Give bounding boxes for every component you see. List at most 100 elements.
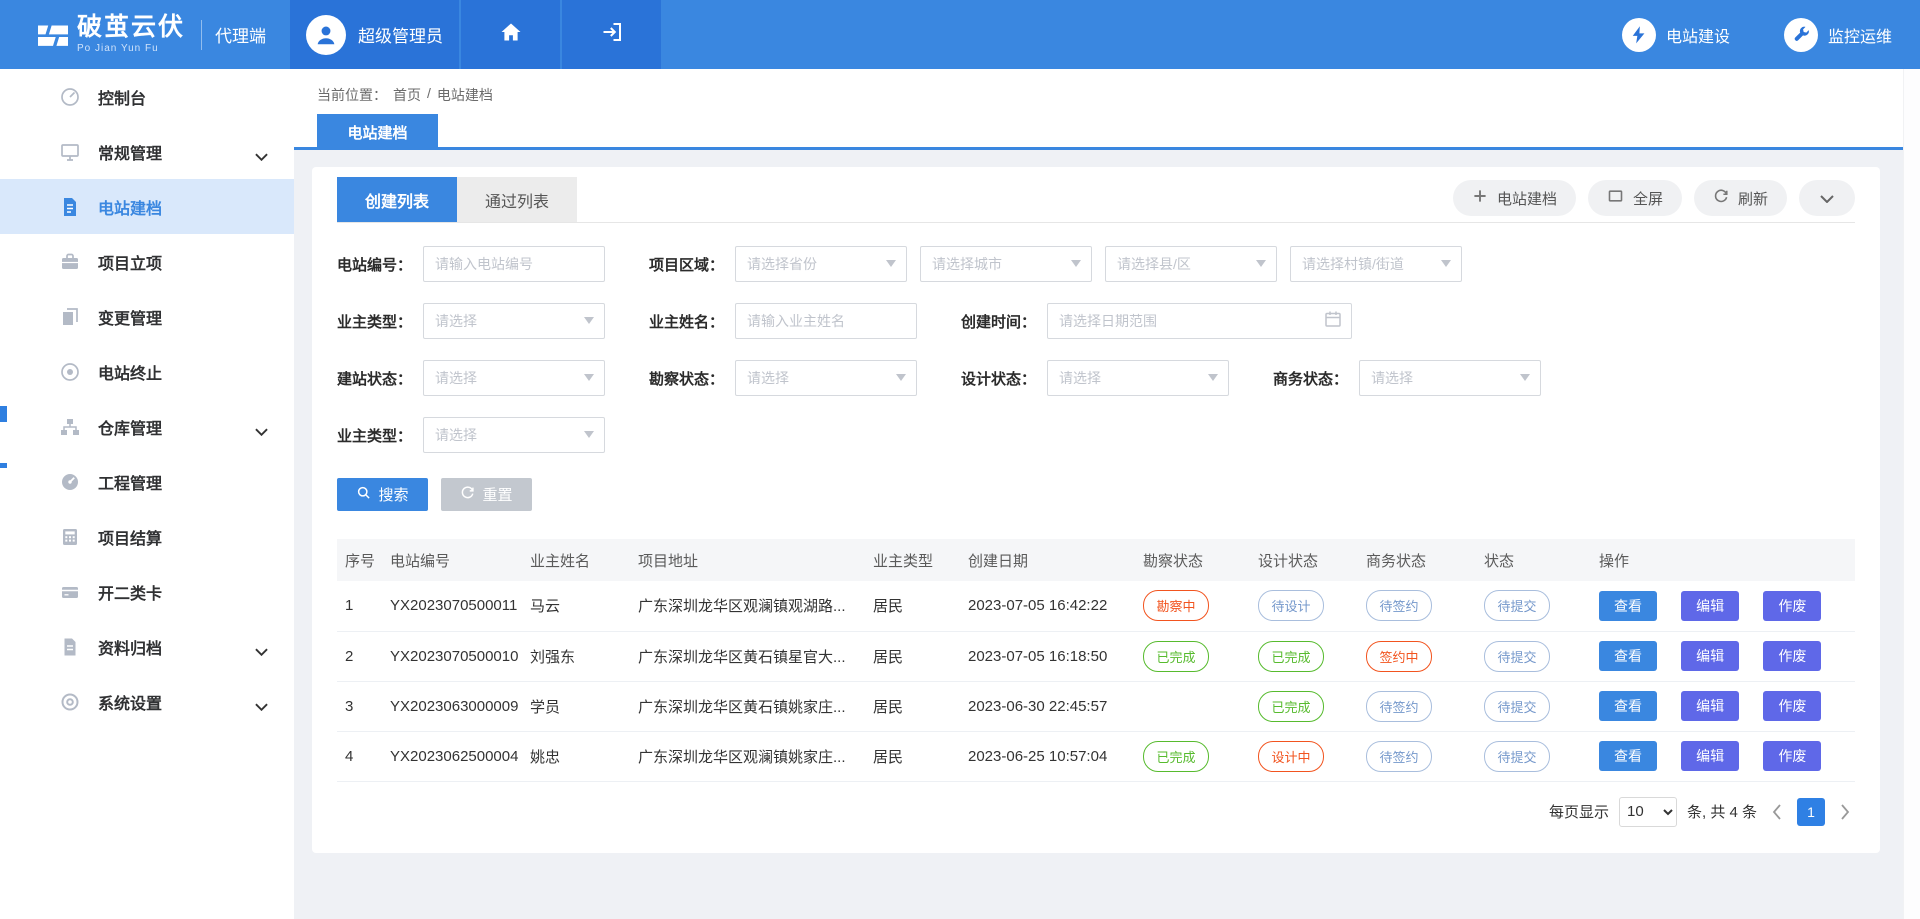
fullscreen-label: 全屏	[1633, 188, 1663, 209]
caret-down-icon	[584, 374, 594, 381]
edit-button[interactable]: 编辑	[1681, 691, 1739, 721]
fullscreen-icon	[1607, 188, 1624, 208]
col-status: 状态	[1476, 539, 1591, 581]
build-status-select[interactable]: 请选择	[423, 360, 605, 396]
view-button[interactable]: 查看	[1599, 741, 1657, 771]
owner-name-input[interactable]	[735, 303, 917, 339]
sidebar-item-station-archive[interactable]: 电站建档	[0, 179, 294, 234]
view-button[interactable]: 查看	[1599, 641, 1657, 671]
tab-create-list[interactable]: 创建列表	[337, 177, 457, 222]
refresh-icon	[1713, 188, 1729, 208]
owner-type-select[interactable]: 请选择	[423, 303, 605, 339]
user-avatar-icon	[306, 15, 346, 55]
left-scroll-indicator	[0, 463, 7, 468]
date-range-placeholder: 请选择日期范围	[1059, 311, 1157, 331]
sidebar-item-label: 项目立项	[98, 250, 162, 274]
station-no-input[interactable]	[423, 246, 605, 282]
sidebar-item-type2-card[interactable]: 开二类卡	[0, 564, 294, 619]
business-status-select[interactable]: 请选择	[1359, 360, 1541, 396]
nav-station-build-label: 电站建设	[1666, 23, 1730, 47]
owner-type-placeholder: 请选择	[435, 311, 477, 331]
sidebar-item-console[interactable]: 控制台	[0, 69, 294, 124]
sidebar-item-label: 资料归档	[98, 635, 162, 659]
void-button[interactable]: 作废	[1763, 691, 1821, 721]
city-select[interactable]: 请选择城市	[920, 246, 1092, 282]
home-button[interactable]	[461, 0, 560, 69]
caret-down-icon	[584, 431, 594, 438]
status-pill: 待提交	[1484, 641, 1550, 672]
sidebar-item-label: 电站建档	[98, 195, 162, 219]
sidebar-item-project-settlement[interactable]: 项目结算	[0, 509, 294, 564]
tab-pass-list[interactable]: 通过列表	[457, 177, 577, 222]
sidebar-item-engineering-mgmt[interactable]: 工程管理	[0, 454, 294, 509]
caret-down-icon	[1520, 374, 1530, 381]
owner-type2-label: 业主类型：	[337, 425, 412, 446]
col-actions: 操作	[1591, 539, 1855, 581]
sidebar-item-station-termination[interactable]: 电站终止	[0, 344, 294, 399]
cell-address: 广东深圳龙华区观澜镇观湖路...	[630, 581, 865, 631]
date-range-input[interactable]: 请选择日期范围	[1047, 303, 1352, 339]
status-pill: 待签约	[1366, 691, 1432, 722]
status-pill: 待签约	[1366, 741, 1432, 772]
province-select[interactable]: 请选择省份	[735, 246, 907, 282]
edit-button[interactable]: 编辑	[1681, 591, 1739, 621]
per-page-select[interactable]: 10	[1619, 797, 1677, 827]
status-pill: 待签约	[1366, 590, 1432, 621]
chevron-down-icon	[255, 423, 268, 441]
breadcrumb-home-link[interactable]: 首页	[393, 85, 421, 105]
user-menu[interactable]: 超级管理员	[290, 0, 459, 69]
sidebar-item-general-mgmt[interactable]: 常规管理	[0, 124, 294, 179]
status-pill: 已完成	[1258, 641, 1324, 672]
cell-type: 居民	[865, 681, 960, 731]
sidebar-item-project-initiation[interactable]: 项目立项	[0, 234, 294, 289]
view-button[interactable]: 查看	[1599, 591, 1657, 621]
search-button[interactable]: 搜索	[337, 478, 428, 511]
nav-station-build[interactable]: 电站建设	[1622, 18, 1730, 52]
sidebar-item-label: 工程管理	[98, 470, 162, 494]
sidebar: 控制台 常规管理 电站建档 项目立项	[0, 69, 294, 919]
design-status-select[interactable]: 请选择	[1047, 360, 1229, 396]
collapse-toolbar-button[interactable]	[1799, 180, 1855, 216]
edit-button[interactable]: 编辑	[1681, 641, 1739, 671]
sitemap-icon	[59, 416, 81, 438]
view-button[interactable]: 查看	[1599, 691, 1657, 721]
county-select[interactable]: 请选择县/区	[1105, 246, 1277, 282]
void-button[interactable]: 作废	[1763, 591, 1821, 621]
business-status-label: 商务状态：	[1273, 368, 1348, 389]
void-button[interactable]: 作废	[1763, 641, 1821, 671]
caret-down-icon	[584, 317, 594, 324]
pagination: 每页显示 10 条, 共 4 条 1	[337, 797, 1855, 827]
edit-button[interactable]: 编辑	[1681, 741, 1739, 771]
sidebar-item-system-settings[interactable]: 系统设置	[0, 674, 294, 729]
page-number-current[interactable]: 1	[1797, 798, 1825, 826]
logo[interactable]: 破茧云伏 Po Jian Yun Fu 代理端	[0, 0, 290, 69]
sidebar-item-change-mgmt[interactable]: 变更管理	[0, 289, 294, 344]
col-no: 序号	[337, 539, 382, 581]
sidebar-item-warehouse-mgmt[interactable]: 仓库管理	[0, 399, 294, 454]
fullscreen-button[interactable]: 全屏	[1588, 180, 1682, 216]
table-header-row: 序号 电站编号 业主姓名 项目地址 业主类型 创建日期 勘察状态 设计状态 商务…	[337, 539, 1855, 581]
status-pill: 设计中	[1258, 741, 1324, 772]
next-page-button[interactable]	[1835, 804, 1855, 820]
survey-status-placeholder: 请选择	[747, 368, 789, 388]
page-tab-station-archive[interactable]: 电站建档	[317, 114, 438, 150]
station-no-label: 电站编号：	[337, 254, 412, 275]
owner-type2-select[interactable]: 请选择	[423, 417, 605, 453]
breadcrumb-label: 当前位置：	[317, 85, 387, 105]
table-row: 4 YX2023062500004 姚忠 广东深圳龙华区观澜镇姚家庄... 居民…	[337, 731, 1855, 781]
scrollbar-track[interactable]	[1903, 69, 1920, 919]
sidebar-item-data-archive[interactable]: 资料归档	[0, 619, 294, 674]
nav-monitor-ops[interactable]: 监控运维	[1784, 18, 1892, 52]
void-button[interactable]: 作废	[1763, 741, 1821, 771]
reset-button[interactable]: 重置	[441, 478, 532, 511]
prev-page-button[interactable]	[1767, 804, 1787, 820]
logout-button[interactable]	[562, 0, 661, 69]
cell-owner: 马云	[522, 581, 630, 631]
refresh-button[interactable]: 刷新	[1694, 180, 1787, 216]
town-select[interactable]: 请选择村镇/街道	[1290, 246, 1462, 282]
table-row: 3 YX2023063000009 学员 广东深圳龙华区黄石镇姚家庄... 居民…	[337, 681, 1855, 731]
logo-title: 破茧云伏	[77, 15, 185, 40]
add-station-button[interactable]: 电站建档	[1453, 180, 1576, 216]
survey-status-select[interactable]: 请选择	[735, 360, 917, 396]
logout-icon	[600, 20, 624, 49]
